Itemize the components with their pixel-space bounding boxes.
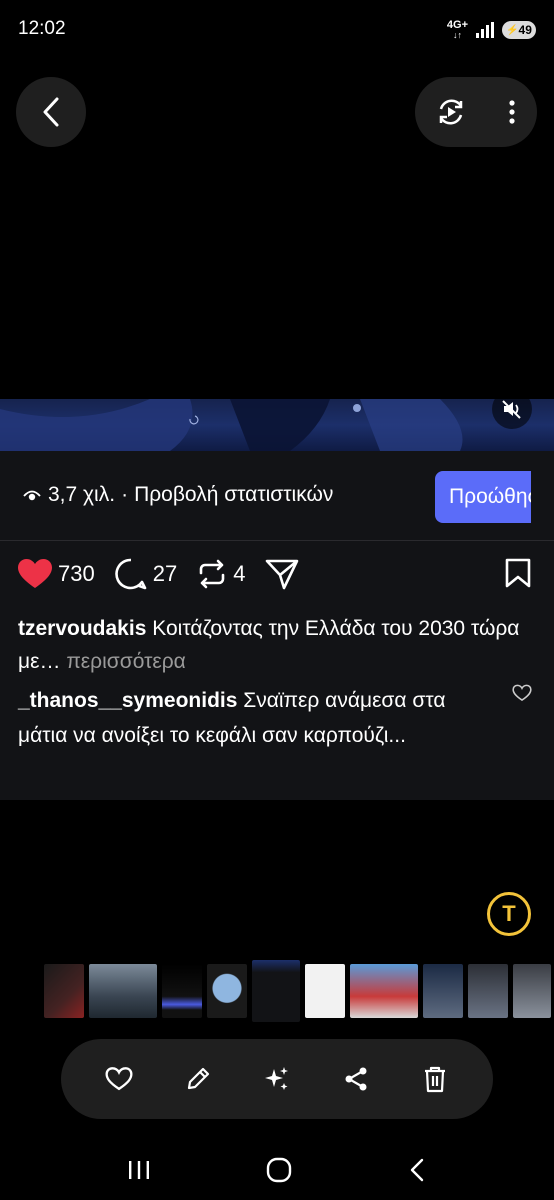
text-t-icon: T <box>502 901 516 926</box>
home-icon[interactable] <box>265 1156 293 1184</box>
eye-icon <box>23 490 41 501</box>
like-count: 730 <box>58 561 95 586</box>
divider <box>0 540 554 541</box>
battery-indicator: ⚡ 49 <box>502 21 536 39</box>
network-indicator: 4G+ ↓↑ <box>446 19 468 41</box>
extract-text-button[interactable]: T <box>487 892 531 936</box>
gallery-filmstrip <box>44 960 551 1022</box>
view-count: 3,7 χιλ. <box>48 483 116 506</box>
comment-count: 27 <box>152 561 178 586</box>
stats-row[interactable]: 3,7 χιλ. · Προβολή στατιστικών <box>22 483 333 507</box>
back-button[interactable] <box>16 77 86 147</box>
promote-button[interactable]: Προώθηση <box>435 471 531 523</box>
ai-edit-button[interactable] <box>257 1059 297 1099</box>
heart-filled-icon[interactable] <box>18 559 52 589</box>
thumbnail[interactable] <box>89 964 157 1018</box>
sparkle-icon <box>264 1067 288 1090</box>
motion-photo-button[interactable] <box>436 97 466 127</box>
repost-count: 4 <box>233 561 246 586</box>
chevron-left-icon <box>43 97 59 127</box>
top-actions <box>415 77 537 147</box>
thumbnail[interactable] <box>305 964 345 1018</box>
thumbnail-current[interactable] <box>252 960 300 1022</box>
thumbnail[interactable] <box>423 964 463 1018</box>
back-nav-icon[interactable] <box>407 1157 427 1183</box>
share-icon <box>345 1067 367 1091</box>
repost-group[interactable]: 4 <box>197 559 245 589</box>
trash-icon <box>425 1066 446 1093</box>
top-comment: _thanos__symeonidis Σναϊπερ ανάμεσα στα … <box>18 683 498 753</box>
repost-icon[interactable] <box>197 559 227 589</box>
delete-button[interactable] <box>415 1059 455 1099</box>
more-vertical-icon <box>509 100 515 124</box>
like-group[interactable]: 730 <box>18 559 95 589</box>
comment-icon[interactable] <box>114 558 147 590</box>
bookmark-icon[interactable] <box>505 558 531 588</box>
mute-button[interactable] <box>492 389 532 429</box>
system-nav-bar <box>0 1140 554 1200</box>
post-caption: tzervoudakis Κοιτάζοντας την Ελλάδα του … <box>18 612 543 678</box>
favorite-button[interactable] <box>99 1059 139 1099</box>
more-options-button[interactable] <box>508 99 516 125</box>
see-more-link[interactable]: περισσότερα <box>66 650 186 673</box>
comment-like-icon[interactable] <box>512 684 532 702</box>
heart-icon <box>105 1067 133 1091</box>
thumbnail[interactable] <box>468 964 508 1018</box>
thumbnail[interactable] <box>513 964 551 1018</box>
share-button[interactable] <box>336 1059 376 1099</box>
send-icon[interactable] <box>265 558 299 590</box>
thumbnail[interactable] <box>44 964 84 1018</box>
battery-level: 49 <box>518 23 532 37</box>
thumbnail[interactable] <box>350 964 418 1018</box>
recent-apps-icon[interactable] <box>127 1158 151 1182</box>
video-frame-image <box>0 399 463 451</box>
play-rotate-icon <box>439 99 463 125</box>
volume-mute-icon <box>502 400 521 419</box>
status-time: 12:02 <box>18 18 66 39</box>
thumbnail[interactable] <box>162 964 202 1018</box>
edit-button[interactable] <box>178 1059 218 1099</box>
view-insights-link[interactable]: Προβολή στατιστικών <box>134 483 333 507</box>
signal-icon <box>476 22 494 38</box>
comment-group[interactable]: 27 <box>114 558 178 590</box>
status-icons: 4G+ ↓↑ ⚡ 49 <box>447 20 536 40</box>
video-preview[interactable] <box>0 399 554 451</box>
thumbnail[interactable] <box>207 964 247 1018</box>
stats-separator: · <box>121 483 129 506</box>
edit-icon <box>187 1067 209 1090</box>
photo-toolbar <box>61 1039 493 1119</box>
post-actions: 730 27 4 <box>18 558 299 590</box>
caption-username[interactable]: tzervoudakis <box>18 617 146 640</box>
comment-username[interactable]: _thanos__symeonidis <box>18 689 237 712</box>
